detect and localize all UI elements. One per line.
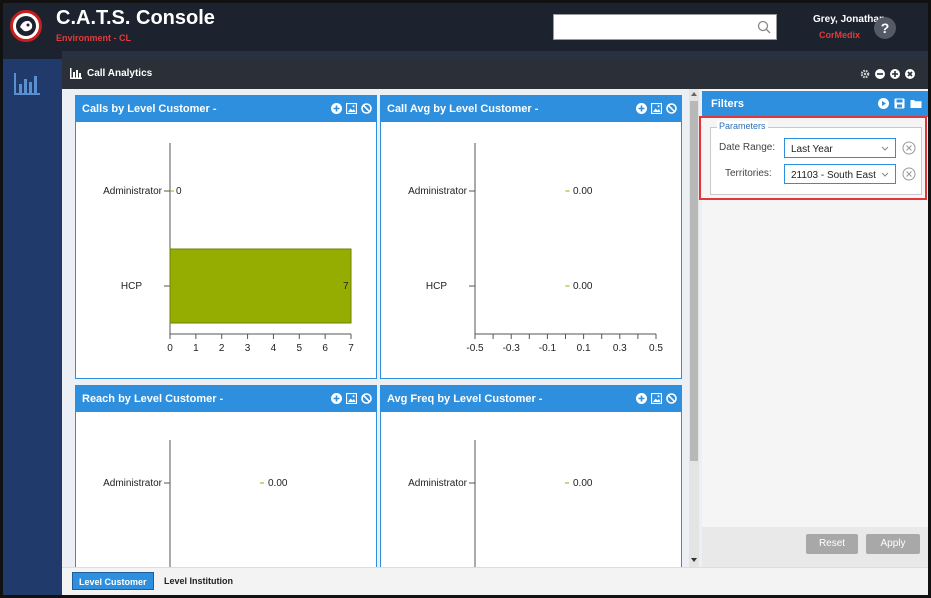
data-label: 7 (343, 281, 349, 292)
x-tick-label: 6 (322, 343, 328, 354)
filters-header: Filters (702, 91, 928, 117)
play-icon[interactable] (878, 98, 889, 109)
cougar-logo-icon (10, 10, 42, 42)
save-icon[interactable] (894, 98, 905, 109)
panel-call-avg-by-level-customer: Call Avg by Level Customer - Administrat… (380, 95, 682, 379)
data-label: 0 (176, 186, 182, 197)
disable-icon[interactable] (666, 393, 677, 404)
bottom-tab-bar: Level Customer Level Institution (62, 567, 928, 595)
apply-button[interactable]: Apply (866, 534, 920, 554)
disable-icon[interactable] (361, 393, 372, 404)
x-tick-label: 3 (245, 343, 251, 354)
environment-label: Environment - CL (56, 33, 132, 43)
add-icon[interactable] (636, 393, 647, 404)
panel-title: Call Avg by Level Customer - (387, 103, 539, 115)
x-tick-label: 1 (193, 343, 199, 354)
panel-calls-by-level-customer: Calls by Level Customer - Administrator … (75, 95, 377, 379)
add-icon[interactable] (331, 103, 342, 114)
panel-header: Calls by Level Customer - (76, 96, 376, 122)
dashboard-scrollbar[interactable] (689, 89, 699, 567)
y-tick-label: Administrator (408, 186, 468, 197)
app-window: C.A.T.S. Console Environment - CL Grey, … (0, 0, 931, 598)
folder-open-icon[interactable] (910, 98, 922, 109)
user-organization: CorMedix (819, 30, 861, 40)
chart-calls-by-level-customer: Administrator HCP 0 7 0 1 2 3 4 5 6 7 (103, 143, 354, 354)
scrollbar-thumb[interactable] (690, 101, 698, 461)
x-tick-label: 0 (167, 343, 173, 354)
scroll-up-arrow-icon[interactable] (691, 91, 697, 97)
header-divider (62, 51, 928, 59)
analytics-chart-icon[interactable] (14, 73, 40, 95)
panel-title: Reach by Level Customer - (82, 393, 224, 405)
y-tick-label: Administrator (103, 186, 163, 197)
app-title: C.A.T.S. Console (56, 7, 215, 29)
help-button[interactable]: ? (874, 17, 896, 39)
x-tick-label: 0.1 (577, 343, 591, 354)
x-tick-label: 0.5 (649, 343, 663, 354)
highlight-box (699, 116, 927, 200)
chart-reach-by-level-customer: Administrator 0.00 (103, 440, 288, 576)
workspace-header: Call Analytics (62, 59, 928, 89)
data-label: 0.00 (573, 281, 593, 292)
left-sidebar (3, 59, 62, 595)
minimize-icon[interactable] (875, 69, 885, 79)
x-tick-label: -0.1 (539, 343, 557, 354)
x-tick-label: 0.3 (613, 343, 627, 354)
data-label: 0.00 (268, 478, 288, 489)
search-icon[interactable] (757, 20, 771, 34)
add-icon[interactable] (636, 103, 647, 114)
x-tick-label: -0.5 (466, 343, 484, 354)
filters-panel: Filters Parameters Date Range: Last Year (699, 89, 928, 567)
x-tick-label: 2 (219, 343, 225, 354)
global-search[interactable] (553, 14, 777, 40)
bar (169, 248, 352, 324)
x-tick-label: 7 (348, 343, 354, 354)
y-tick-label: HCP (426, 281, 447, 292)
x-tick-label: 4 (271, 343, 277, 354)
chart-call-avg-by-level-customer: Administrator HCP 0.00 0.00 -0.5 -0.3 -0.1… (408, 143, 663, 354)
top-bar: C.A.T.S. Console Environment - CL Grey, … (3, 3, 928, 51)
y-tick-label: HCP (121, 281, 142, 292)
x-tick-label: 5 (297, 343, 303, 354)
workspace-title: Call Analytics (87, 68, 153, 79)
tab-level-institution[interactable]: Level Institution (158, 572, 239, 590)
disable-icon[interactable] (666, 103, 677, 114)
scroll-down-arrow-icon[interactable] (691, 557, 697, 563)
chart-avg-freq-by-level-customer: Administrator 0.00 (408, 440, 593, 576)
tab-level-customer[interactable]: Level Customer (72, 572, 154, 590)
y-tick-label: Administrator (103, 478, 163, 489)
y-tick-label: Administrator (408, 478, 468, 489)
bar-chart-icon (70, 68, 82, 79)
workspace: Call Analytics Calls by Level Customer - (62, 59, 928, 595)
close-icon[interactable] (905, 69, 915, 79)
panel-header: Call Avg by Level Customer - (381, 96, 681, 122)
x-tick-label: -0.3 (503, 343, 521, 354)
export-image-icon[interactable] (651, 393, 662, 404)
panel-header: Avg Freq by Level Customer - (381, 386, 681, 412)
data-label: 0.00 (573, 186, 593, 197)
data-label: 0.00 (573, 478, 593, 489)
filters-footer: Reset Apply (702, 527, 928, 567)
expand-icon[interactable] (890, 69, 900, 79)
add-icon[interactable] (331, 393, 342, 404)
dashboard-content: Calls by Level Customer - Administrator … (62, 89, 928, 576)
filters-title: Filters (711, 98, 745, 110)
search-input[interactable] (558, 19, 754, 37)
panel-title: Avg Freq by Level Customer - (387, 393, 543, 405)
disable-icon[interactable] (361, 103, 372, 114)
reset-button[interactable]: Reset (806, 534, 858, 554)
panel-header: Reach by Level Customer - (76, 386, 376, 412)
export-image-icon[interactable] (346, 393, 357, 404)
export-image-icon[interactable] (651, 103, 662, 114)
settings-gear-icon[interactable] (860, 69, 870, 79)
export-image-icon[interactable] (346, 103, 357, 114)
panel-reach-by-level-customer: Reach by Level Customer - Administrator … (75, 385, 377, 576)
panel-title: Calls by Level Customer - (82, 103, 217, 115)
panel-avg-freq-by-level-customer: Avg Freq by Level Customer - Administrat… (380, 385, 682, 576)
